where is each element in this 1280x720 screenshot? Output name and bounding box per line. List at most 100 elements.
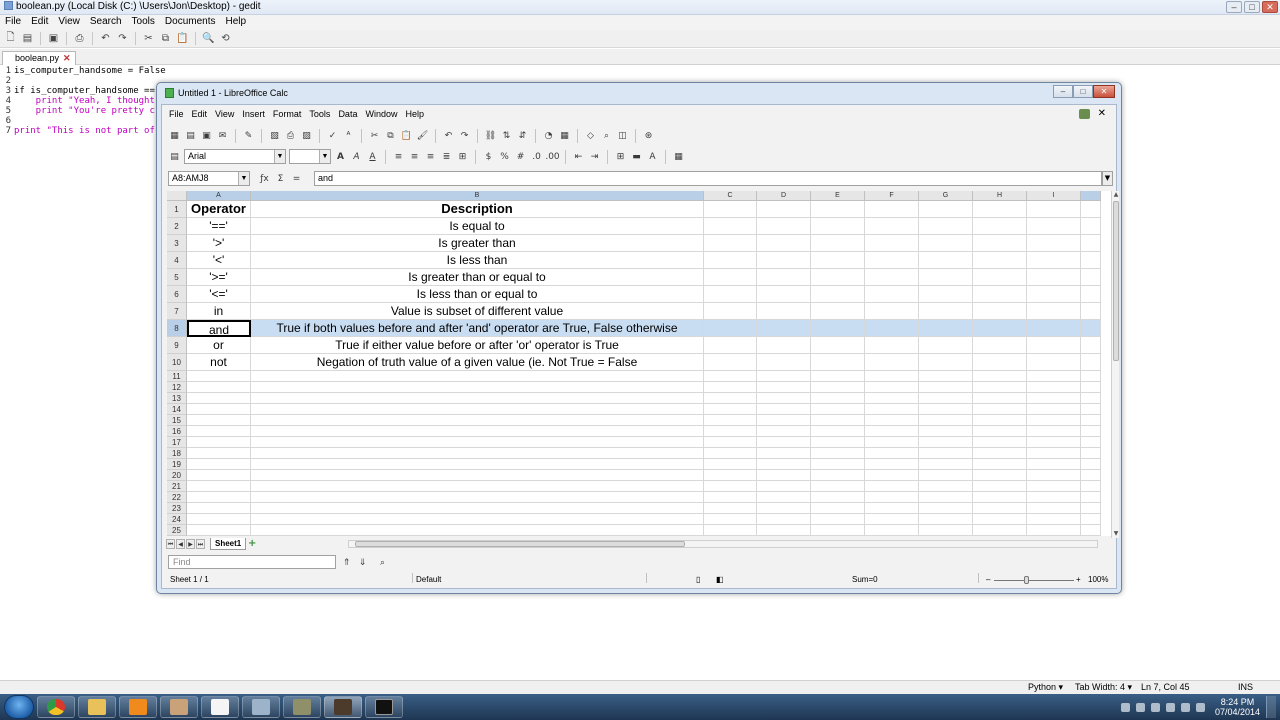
- cell[interactable]: [1027, 492, 1081, 503]
- chart-icon[interactable]: ◔: [542, 129, 555, 142]
- cell[interactable]: [187, 415, 251, 426]
- cell[interactable]: [757, 235, 811, 252]
- cell[interactable]: [919, 320, 973, 337]
- operator-cell[interactable]: '>=': [187, 269, 251, 286]
- cell[interactable]: [704, 503, 757, 514]
- cell[interactable]: [251, 481, 704, 492]
- first-sheet-icon[interactable]: ⏮: [166, 539, 175, 549]
- cell[interactable]: [865, 201, 919, 218]
- number-format-icon[interactable]: #: [514, 150, 527, 163]
- taskbar-chrome[interactable]: [37, 696, 75, 718]
- cell[interactable]: [1081, 201, 1101, 218]
- cell[interactable]: [704, 252, 757, 269]
- cell[interactable]: [865, 514, 919, 525]
- row-header[interactable]: 24: [167, 514, 187, 525]
- cell[interactable]: [251, 415, 704, 426]
- cell[interactable]: [811, 404, 865, 415]
- cell[interactable]: [187, 470, 251, 481]
- cell[interactable]: [704, 437, 757, 448]
- cell[interactable]: [865, 426, 919, 437]
- align-center-icon[interactable]: ≡: [408, 150, 421, 163]
- cell[interactable]: [811, 382, 865, 393]
- hyperlink-icon[interactable]: ⛓: [484, 129, 497, 142]
- cell[interactable]: [811, 286, 865, 303]
- cell[interactable]: [704, 269, 757, 286]
- menu-window[interactable]: Window: [361, 105, 401, 125]
- cell[interactable]: [757, 201, 811, 218]
- cell[interactable]: [1027, 252, 1081, 269]
- cell[interactable]: [757, 426, 811, 437]
- zoom-out-icon[interactable]: –: [986, 573, 990, 587]
- redo-icon[interactable]: ↷: [116, 32, 129, 45]
- cell[interactable]: [1027, 470, 1081, 481]
- find-previous-icon[interactable]: ⇑: [340, 556, 353, 569]
- cell[interactable]: [187, 404, 251, 415]
- align-left-icon[interactable]: ≡: [392, 150, 405, 163]
- operator-cell[interactable]: in: [187, 303, 251, 320]
- cell[interactable]: [757, 437, 811, 448]
- cell[interactable]: [1081, 320, 1101, 337]
- cell[interactable]: [704, 382, 757, 393]
- name-box[interactable]: A8:AMJ8 ▼: [168, 171, 250, 186]
- cell[interactable]: [1027, 286, 1081, 303]
- copy-icon[interactable]: ⧉: [159, 32, 172, 45]
- help-icon[interactable]: ⊛: [642, 129, 655, 142]
- tray-network-icon[interactable]: [1180, 702, 1190, 712]
- taskbar-game[interactable]: [324, 696, 362, 718]
- cell[interactable]: [251, 437, 704, 448]
- background-color-icon[interactable]: ▬: [630, 150, 643, 163]
- cell[interactable]: [704, 393, 757, 404]
- tray-app-icon[interactable]: [1120, 702, 1130, 712]
- cell[interactable]: [973, 426, 1027, 437]
- cell[interactable]: [187, 514, 251, 525]
- description-cell[interactable]: Value is subset of different value: [251, 303, 704, 320]
- cell[interactable]: [1081, 426, 1101, 437]
- sheet-tab-sheet1[interactable]: Sheet1: [210, 538, 247, 550]
- cell[interactable]: [704, 371, 757, 382]
- cell[interactable]: [757, 252, 811, 269]
- row-header[interactable]: 8: [167, 320, 187, 337]
- menu-help[interactable]: Help: [401, 105, 428, 125]
- cell[interactable]: [811, 354, 865, 371]
- cell[interactable]: [811, 448, 865, 459]
- maximize-button[interactable]: □: [1073, 85, 1093, 98]
- formula-input[interactable]: and: [314, 171, 1102, 186]
- cell[interactable]: [919, 459, 973, 470]
- cell[interactable]: [1081, 337, 1101, 354]
- row-header[interactable]: 10: [167, 354, 187, 371]
- horizontal-scrollbar[interactable]: [348, 540, 1098, 548]
- operator-cell[interactable]: or: [187, 337, 251, 354]
- cell[interactable]: [1081, 437, 1101, 448]
- cell[interactable]: [704, 426, 757, 437]
- cell[interactable]: [865, 470, 919, 481]
- cell[interactable]: [757, 492, 811, 503]
- cell[interactable]: [704, 415, 757, 426]
- cell[interactable]: [187, 525, 251, 536]
- navigator-icon[interactable]: ◫: [616, 129, 629, 142]
- cell[interactable]: [811, 218, 865, 235]
- cell[interactable]: [919, 492, 973, 503]
- borders-icon[interactable]: ⊞: [614, 150, 627, 163]
- column-header-g[interactable]: G: [919, 191, 973, 201]
- cell[interactable]: [1027, 269, 1081, 286]
- cell[interactable]: [1081, 218, 1101, 235]
- cell[interactable]: [187, 382, 251, 393]
- row-header[interactable]: 15: [167, 415, 187, 426]
- cell[interactable]: [251, 503, 704, 514]
- cell[interactable]: [811, 371, 865, 382]
- print-icon[interactable]: ⎙: [284, 129, 297, 142]
- delete-decimal-icon[interactable]: .00: [545, 150, 559, 163]
- menu-edit[interactable]: Edit: [188, 105, 212, 125]
- add-sheet-icon[interactable]: +: [248, 538, 258, 549]
- cell[interactable]: [919, 426, 973, 437]
- cell[interactable]: [919, 382, 973, 393]
- clock[interactable]: 8:24 PM 07/04/2014: [1215, 697, 1260, 717]
- undo-icon[interactable]: ↶: [99, 32, 112, 45]
- find-replace-icon[interactable]: ⌕: [600, 129, 613, 142]
- row-header[interactable]: 20: [167, 470, 187, 481]
- draw-functions-icon[interactable]: ◇: [584, 129, 597, 142]
- email-icon[interactable]: ✉: [216, 129, 229, 142]
- column-header-i[interactable]: I: [1027, 191, 1081, 201]
- cell[interactable]: [811, 337, 865, 354]
- font-size-combo[interactable]: ▼: [289, 149, 331, 164]
